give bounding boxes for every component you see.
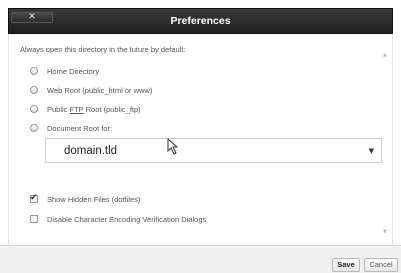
scroll-up-icon[interactable]: ▲ — [383, 52, 387, 58]
preferences-dialog: ✕ Preferences Always open this directory… — [0, 0, 401, 273]
dialog-titlebar: ✕ Preferences — [8, 8, 393, 34]
radio-public-ftp-root[interactable]: Public FTP Root (public_ftp) — [30, 103, 141, 115]
mouse-pointer-icon — [167, 138, 179, 155]
label-prefix: Public — [47, 104, 70, 114]
checkbox-icon[interactable] — [30, 215, 38, 223]
checkbox-icon[interactable]: ✔ — [30, 193, 38, 203]
radio-label: Home Directory — [47, 66, 100, 76]
radio-icon[interactable] — [30, 124, 38, 132]
radio-icon[interactable] — [30, 67, 38, 75]
domain-select[interactable]: domain.tld ▼ — [45, 138, 382, 163]
radio-label: Web Root (public_html or www) — [47, 85, 153, 95]
label-suffix: Root (public_ftp) — [83, 104, 141, 114]
checkbox-label: Show Hidden Files (dotfiles) — [47, 194, 141, 204]
radio-home-directory[interactable]: Home Directory — [30, 65, 99, 77]
radio-label: Public FTP Root (public_ftp) — [47, 105, 141, 114]
dialog-title: Preferences — [170, 15, 231, 27]
checkbox-disable-encoding-dialogs[interactable]: Disable Character Encoding Verification … — [30, 213, 206, 225]
checkbox-label: Disable Character Encoding Verification … — [47, 214, 207, 224]
chevron-down-icon[interactable]: ▼ — [369, 147, 374, 155]
checkmark-icon: ✔ — [30, 193, 38, 203]
radio-icon[interactable] — [30, 86, 38, 94]
radio-document-root[interactable]: Document Root for: — [30, 122, 112, 134]
label-ftp: FTP — [69, 104, 84, 114]
radio-icon[interactable] — [30, 105, 38, 113]
radio-web-root[interactable]: Web Root (public_html or www) — [30, 84, 152, 96]
domain-select-value: domain.tld — [64, 145, 118, 157]
radio-label: Document Root for: — [47, 123, 113, 133]
save-button[interactable]: Save — [332, 258, 360, 272]
scroll-down-icon[interactable]: ▼ — [383, 229, 387, 235]
cancel-button[interactable]: Cancel — [364, 258, 398, 272]
checkbox-show-hidden-files[interactable]: ✔ Show Hidden Files (dotfiles) — [30, 193, 140, 205]
default-directory-intro: Always open this directory in the future… — [20, 45, 186, 54]
dialog-footer: Save Cancel — [0, 245, 401, 273]
content-scrollbar[interactable]: ▲ ▼ — [380, 34, 392, 245]
